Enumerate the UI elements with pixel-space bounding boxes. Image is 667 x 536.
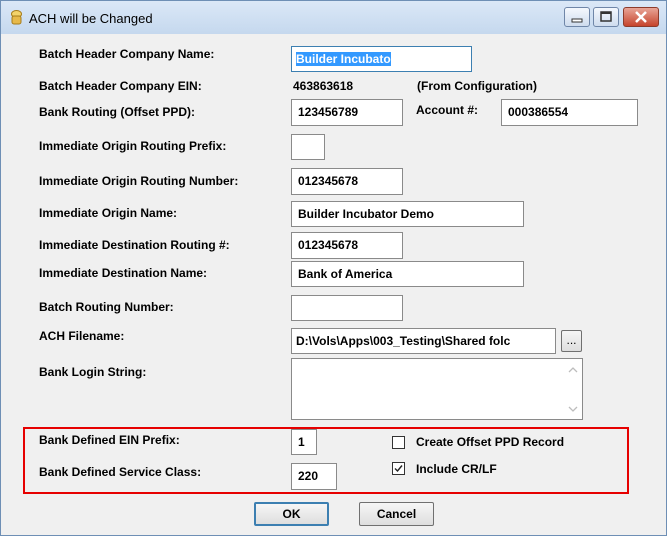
textarea-scrollbar[interactable] [565, 360, 581, 418]
app-icon [11, 10, 22, 25]
destination-name-label: Immediate Destination Name: [39, 266, 208, 280]
service-class-label: Bank Defined Service Class: [39, 465, 202, 479]
origin-name-input[interactable]: Builder Incubator Demo [291, 201, 524, 227]
destination-routing-value: 012345678 [298, 238, 359, 252]
maximize-icon [600, 11, 612, 22]
company-ein-note: (From Configuration) [417, 79, 537, 93]
origin-routing-value: 012345678 [298, 174, 359, 188]
destination-routing-label: Immediate Destination Routing #: [39, 238, 230, 252]
ach-filename-value: D:\Vols\Apps\003_Testing\Shared folc [296, 334, 511, 348]
dialog-window: ACH will be Changed Batch Header Company… [0, 0, 667, 536]
ok-label: OK [282, 507, 301, 521]
bank-routing-input[interactable]: 123456789 [291, 99, 403, 126]
cancel-label: Cancel [376, 507, 417, 521]
include-crlf-checkbox[interactable] [392, 462, 405, 475]
minimize-button[interactable] [564, 7, 590, 27]
title-bar[interactable]: ACH will be Changed [1, 1, 666, 34]
close-icon [635, 11, 647, 23]
window-title: ACH will be Changed [29, 11, 153, 26]
checkmark-icon [394, 465, 403, 473]
ein-prefix-label: Bank Defined EIN Prefix: [39, 433, 180, 447]
origin-prefix-input[interactable] [291, 134, 325, 160]
company-name-value: Builder Incubato [296, 52, 391, 66]
ach-filename-label: ACH Filename: [39, 329, 125, 343]
ein-prefix-input[interactable]: 1 [291, 429, 317, 455]
destination-name-input[interactable]: Bank of America [291, 261, 524, 287]
bank-routing-value: 123456789 [298, 105, 359, 119]
batch-routing-label: Batch Routing Number: [39, 300, 174, 314]
destination-name-value: Bank of America [298, 267, 393, 281]
include-crlf-label: Include CR/LF [416, 462, 497, 476]
company-ein-label: Batch Header Company EIN: [39, 79, 202, 93]
origin-prefix-label: Immediate Origin Routing Prefix: [39, 139, 227, 153]
company-name-input[interactable]: Builder Incubato [291, 46, 472, 72]
company-ein-value: 463863618 [293, 79, 354, 93]
browse-button[interactable]: ... [561, 330, 582, 352]
cancel-button[interactable]: Cancel [359, 502, 434, 526]
service-class-value: 220 [298, 469, 319, 483]
account-value: 000386554 [508, 105, 569, 119]
service-class-input[interactable]: 220 [291, 463, 337, 490]
batch-routing-input[interactable] [291, 295, 403, 321]
browse-label: ... [566, 333, 577, 347]
close-button[interactable] [623, 7, 659, 27]
account-input[interactable]: 000386554 [501, 99, 638, 126]
scroll-arrows-icon [568, 367, 578, 412]
create-offset-ppd-checkbox[interactable] [392, 436, 405, 449]
ein-prefix-value: 1 [298, 435, 305, 449]
minimize-icon [571, 18, 583, 23]
maximize-button[interactable] [593, 7, 619, 27]
origin-routing-label: Immediate Origin Routing Number: [39, 174, 239, 188]
bank-login-textarea[interactable] [291, 358, 583, 420]
ok-button[interactable]: OK [254, 502, 329, 526]
account-label: Account #: [416, 103, 479, 117]
ach-filename-input[interactable]: D:\Vols\Apps\003_Testing\Shared folc [291, 328, 556, 354]
destination-routing-input[interactable]: 012345678 [291, 232, 403, 259]
origin-name-label: Immediate Origin Name: [39, 206, 178, 220]
origin-routing-input[interactable]: 012345678 [291, 168, 403, 195]
company-name-label: Batch Header Company Name: [39, 47, 215, 61]
bank-routing-label: Bank Routing (Offset PPD): [39, 105, 195, 119]
origin-name-value: Builder Incubator Demo [298, 207, 435, 221]
create-offset-ppd-label: Create Offset PPD Record [416, 435, 565, 449]
bank-login-label: Bank Login String: [39, 365, 147, 379]
